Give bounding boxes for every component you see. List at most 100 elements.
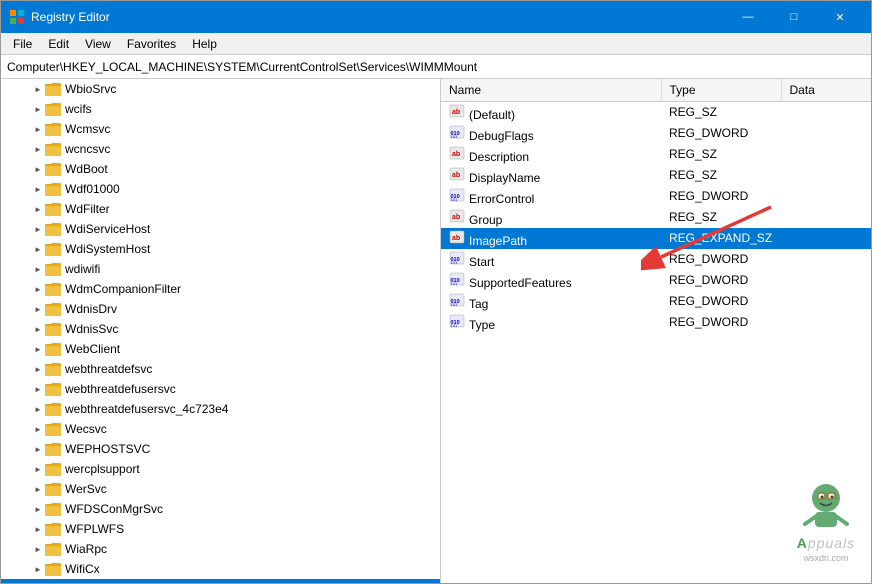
tree-arrow-icon[interactable]: ► [31,322,45,336]
tree-item[interactable]: ► WdnisSvc [1,319,440,339]
tree-item[interactable]: ► WifiCx [1,559,440,579]
address-bar[interactable]: Computer\HKEY_LOCAL_MACHINE\SYSTEM\Curre… [1,55,871,79]
tree-arrow-icon[interactable]: ► [31,222,45,236]
registry-name: 010 101 Type [441,312,661,333]
registry-type: REG_SZ [661,207,781,228]
tree-arrow-icon[interactable]: ► [31,502,45,516]
svg-text:101: 101 [451,260,458,265]
tree-item[interactable]: ► wdiwifi [1,259,440,279]
svg-text:101: 101 [451,281,458,286]
tree-item-label: WFPLWFS [65,522,124,536]
tree-arrow-icon[interactable]: ► [31,462,45,476]
tree-item[interactable]: ► wcncsvc [1,139,440,159]
maximize-button[interactable]: □ [771,1,817,33]
tree-item[interactable]: ► Wecsvc [1,419,440,439]
tree-arrow-icon[interactable]: ► [31,562,45,576]
tree-item[interactable]: ► WdFilter [1,199,440,219]
tree-arrow-icon[interactable]: ► [31,242,45,256]
registry-row[interactable]: ab GroupREG_SZ [441,207,871,228]
registry-name: ab (Default) [441,101,661,123]
app-icon [9,9,25,25]
tree-arrow-icon[interactable]: ► [31,122,45,136]
registry-tree[interactable]: ► WbioSrvc► wcifs► Wcmsvc► wcncsvc► WdBo… [1,79,441,583]
registry-row[interactable]: 010 101 SupportedFeaturesREG_DWORD [441,270,871,291]
tree-arrow-icon[interactable]: ► [31,482,45,496]
col-type[interactable]: Type [661,79,781,101]
tree-arrow-icon[interactable]: ► [31,382,45,396]
registry-data [781,101,871,123]
registry-row[interactable]: 010 101 TypeREG_DWORD [441,312,871,333]
registry-row[interactable]: 010 101 StartREG_DWORD [441,249,871,270]
tree-arrow-icon[interactable]: ► [31,102,45,116]
tree-arrow-icon[interactable]: ▼ [31,582,45,583]
tree-arrow-icon[interactable]: ► [31,402,45,416]
tree-arrow-icon[interactable]: ► [31,282,45,296]
tree-item[interactable]: ► WdmCompanionFilter [1,279,440,299]
registry-values[interactable]: Name Type Data ab (Default)REG_SZ 010 10… [441,79,871,583]
menu-view[interactable]: View [77,35,119,53]
tree-arrow-icon[interactable]: ► [31,162,45,176]
menu-help[interactable]: Help [184,35,225,53]
registry-name: ab DisplayName [441,165,661,186]
registry-name: 010 101 DebugFlags [441,123,661,144]
tree-arrow-icon[interactable]: ► [31,542,45,556]
folder-icon [45,282,61,296]
tree-item[interactable]: ► WiaRpc [1,539,440,559]
tree-item[interactable]: ► wcifs [1,99,440,119]
tree-arrow-icon[interactable]: ► [31,442,45,456]
tree-item[interactable]: ► WdnisDrv [1,299,440,319]
tree-item[interactable]: ► wercplsupport [1,459,440,479]
folder-icon [45,422,61,436]
tree-item[interactable]: ► WEPHOSTSVC [1,439,440,459]
tree-arrow-icon[interactable]: ► [31,182,45,196]
tree-item[interactable]: ► Wdf01000 [1,179,440,199]
registry-row[interactable]: 010 101 TagREG_DWORD [441,291,871,312]
tree-item[interactable]: ► WdiSystemHost [1,239,440,259]
menu-edit[interactable]: Edit [40,35,77,53]
tree-arrow-icon[interactable]: ► [31,342,45,356]
tree-item-label: Wcmsvc [65,122,110,136]
tree-item[interactable]: ► WFPLWFS [1,519,440,539]
tree-item[interactable]: ► WdiServiceHost [1,219,440,239]
minimize-button[interactable]: — [725,1,771,33]
tree-item[interactable]: ▼ WIMMMount [1,579,440,583]
registry-type: REG_SZ [661,165,781,186]
tree-item[interactable]: ► WbioSrvc [1,79,440,99]
col-name[interactable]: Name [441,79,661,101]
folder-icon [45,462,61,476]
tree-item[interactable]: ► webthreatdefsvc [1,359,440,379]
svg-text:ab: ab [452,172,460,179]
tree-item[interactable]: ► webthreatdefusersvc_4c723e4 [1,399,440,419]
tree-arrow-icon[interactable]: ► [31,522,45,536]
registry-row[interactable]: ab (Default)REG_SZ [441,101,871,123]
registry-row[interactable]: 010 101 ErrorControlREG_DWORD [441,186,871,207]
close-button[interactable]: ✕ [817,1,863,33]
registry-row[interactable]: ab DisplayNameREG_SZ [441,165,871,186]
tree-arrow-icon[interactable]: ► [31,302,45,316]
registry-row[interactable]: ab DescriptionREG_SZ [441,144,871,165]
col-data[interactable]: Data [781,79,871,101]
tree-item[interactable]: ► webthreatdefusersvc [1,379,440,399]
folder-icon [45,302,61,316]
tree-arrow-icon[interactable]: ► [31,422,45,436]
window-controls: — □ ✕ [725,1,863,33]
tree-arrow-icon[interactable]: ► [31,82,45,96]
registry-row[interactable]: 010 101 DebugFlagsREG_DWORD [441,123,871,144]
registry-data [781,123,871,144]
menu-favorites[interactable]: Favorites [119,35,184,53]
tree-item[interactable]: ► WebClient [1,339,440,359]
tree-item-label: webthreatdefusersvc_4c723e4 [65,402,228,416]
registry-data [781,165,871,186]
tree-arrow-icon[interactable]: ► [31,262,45,276]
registry-data [781,249,871,270]
tree-item[interactable]: ► Wcmsvc [1,119,440,139]
tree-arrow-icon[interactable]: ► [31,362,45,376]
tree-item[interactable]: ► WerSvc [1,479,440,499]
menu-file[interactable]: File [5,35,40,53]
tree-arrow-icon[interactable]: ► [31,202,45,216]
tree-item[interactable]: ► WFDSConMgrSvc [1,499,440,519]
tree-arrow-icon[interactable]: ► [31,142,45,156]
tree-item[interactable]: ► WdBoot [1,159,440,179]
svg-text:ab: ab [452,151,460,158]
registry-row[interactable]: ab ImagePathREG_EXPAND_SZ [441,228,871,249]
